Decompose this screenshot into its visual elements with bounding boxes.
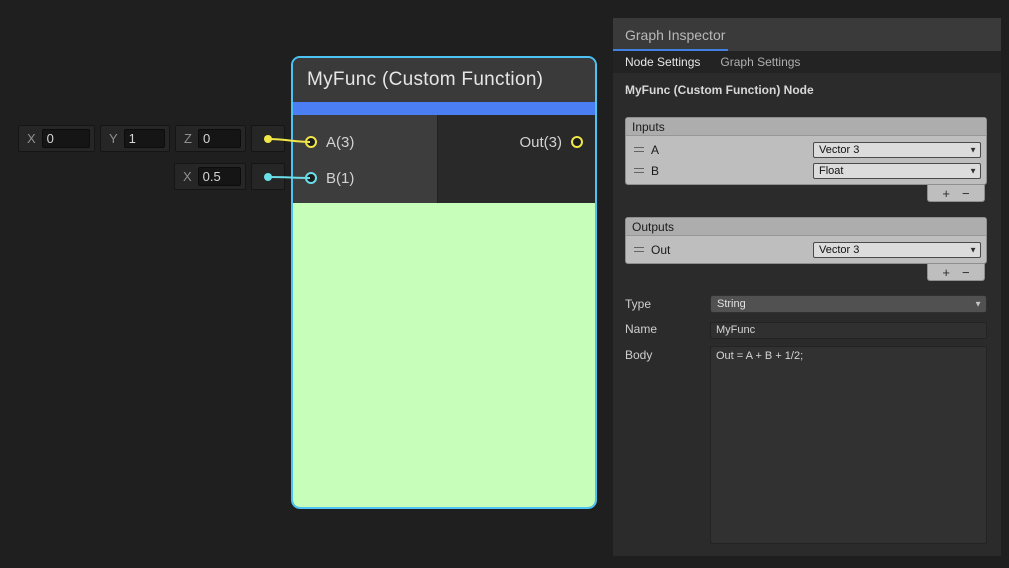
type-property-row: Type String ▼ [625, 295, 987, 313]
output-out-type-dropdown[interactable]: Vector 3 ▼ [813, 242, 981, 258]
drag-handle-icon[interactable] [634, 147, 644, 152]
wire-float-to-b[interactable] [268, 177, 310, 178]
node-port-area: A(3) B(1) Out(3) [293, 115, 595, 203]
vector3-z-label[interactable]: Z [184, 131, 192, 146]
inspector-title: Graph Inspector [625, 27, 725, 43]
type-label: Type [625, 295, 710, 311]
body-label: Body [625, 346, 710, 362]
port-a-label: A(3) [326, 134, 354, 151]
vector3-input-widget: X Y Z [18, 125, 285, 152]
inspector-titlebar[interactable]: Graph Inspector [613, 18, 1001, 51]
inputs-section: Inputs A Vector 3 ▼ B [625, 117, 987, 202]
inputs-footer: + − [625, 185, 987, 202]
outputs-footer: + − [625, 264, 987, 281]
node-accent-bar [293, 102, 595, 115]
port-out-label: Out(3) [519, 134, 562, 151]
input-row-b-name: B [651, 164, 806, 178]
name-field[interactable] [710, 322, 987, 339]
remove-input-button[interactable]: − [962, 187, 970, 200]
vector3-x-cell: X [18, 125, 95, 152]
output-port-out: Out(3) [438, 124, 595, 160]
type-value: String [717, 298, 746, 310]
chevron-down-icon: ▼ [974, 300, 982, 309]
input-a-type-dropdown[interactable]: Vector 3 ▼ [813, 142, 981, 158]
node-settings-heading: MyFunc (Custom Function) Node [625, 83, 987, 97]
input-row-b[interactable]: B Float ▼ [629, 160, 983, 181]
input-b-type-value: Float [819, 165, 843, 177]
name-property-row: Name [625, 320, 987, 339]
input-row-a[interactable]: A Vector 3 ▼ [629, 139, 983, 160]
node-input-ports: A(3) B(1) [293, 115, 438, 203]
tab-node-settings[interactable]: Node Settings [625, 55, 700, 69]
vector3-y-label[interactable]: Y [109, 131, 118, 146]
name-label: Name [625, 320, 710, 336]
body-field[interactable]: Out = A + B + 1/2; [710, 346, 987, 544]
input-a-type-value: Vector 3 [819, 144, 859, 156]
inspector-tab-bar: Node Settings Graph Settings [613, 51, 1001, 73]
output-row-out[interactable]: Out Vector 3 ▼ [629, 239, 983, 260]
float-x-input[interactable] [198, 167, 241, 186]
add-input-button[interactable]: + [942, 187, 950, 200]
inspector-content: MyFunc (Custom Function) Node Inputs A V… [613, 73, 1001, 544]
vector3-z-input[interactable] [198, 129, 241, 148]
body-property-row: Body Out = A + B + 1/2; [625, 346, 987, 544]
float-x-label[interactable]: X [183, 169, 192, 184]
outputs-section: Outputs Out Vector 3 ▼ [625, 217, 987, 281]
chevron-down-icon: ▼ [969, 145, 977, 154]
port-out-connector[interactable] [571, 136, 583, 148]
chevron-down-icon: ▼ [969, 245, 977, 254]
outputs-section-header: Outputs [626, 218, 986, 236]
vector3-y-input[interactable] [124, 129, 165, 148]
type-dropdown[interactable]: String ▼ [710, 295, 987, 313]
input-b-type-dropdown[interactable]: Float ▼ [813, 163, 981, 179]
inputs-section-header: Inputs [626, 118, 986, 136]
vector3-x-input[interactable] [42, 129, 90, 148]
graph-inspector-panel: Graph Inspector Node Settings Graph Sett… [613, 18, 1001, 556]
remove-output-button[interactable]: − [962, 266, 970, 279]
add-output-button[interactable]: + [942, 266, 950, 279]
node-header[interactable]: MyFunc (Custom Function) [293, 58, 595, 102]
float-x-cell: X [174, 163, 246, 190]
output-row-out-name: Out [651, 243, 806, 257]
inspector-title-underline [613, 49, 728, 51]
output-out-type-value: Vector 3 [819, 244, 859, 256]
node-title: MyFunc (Custom Function) [307, 69, 543, 91]
input-row-a-name: A [651, 143, 806, 157]
tab-graph-settings[interactable]: Graph Settings [720, 55, 800, 69]
input-port-b: B(1) [293, 160, 437, 196]
input-port-a: A(3) [293, 124, 437, 160]
port-b-label: B(1) [326, 170, 354, 187]
custom-function-node[interactable]: MyFunc (Custom Function) A(3) B(1) Out(3… [291, 56, 597, 509]
drag-handle-icon[interactable] [634, 168, 644, 173]
vector3-x-label[interactable]: X [27, 131, 36, 146]
node-output-ports: Out(3) [438, 115, 595, 203]
node-preview [293, 203, 595, 507]
chevron-down-icon: ▼ [969, 166, 977, 175]
vector3-z-cell: Z [175, 125, 246, 152]
vector3-y-cell: Y [100, 125, 170, 152]
drag-handle-icon[interactable] [634, 247, 644, 252]
